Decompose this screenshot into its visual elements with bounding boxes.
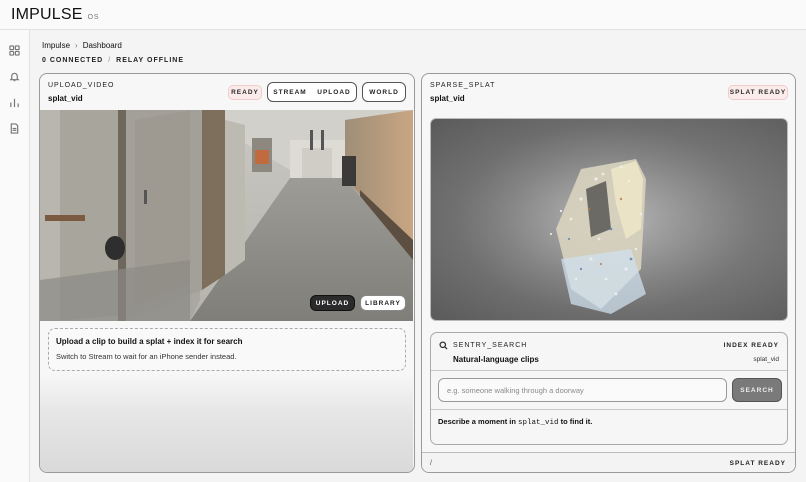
search-title: Natural-language clips [453,355,539,364]
sentry-search-card: SENTRY_SEARCH INDEX READY Natural-langua… [430,332,788,445]
splat-footer: / SPLAT READY [422,452,795,472]
connection-status: 0 CONNECTED / RELAY OFFLINE [42,57,184,64]
footer-status: SPLAT READY [729,460,786,467]
index-status: INDEX READY [723,342,779,349]
divider [431,370,787,371]
grid-icon[interactable] [8,44,20,56]
sparse-splat-panel: SPARSE_SPLAT splat_vid SPLAT READY SENTR… [421,73,796,473]
upload-panel-title: splat_vid [48,94,83,103]
dropzone-title: Upload a clip to build a splat + index i… [56,337,243,346]
search-kicker: SENTRY_SEARCH [453,342,528,349]
search-icon [439,341,448,350]
chevron-right-icon: › [75,41,78,50]
upload-panel-kicker: UPLOAD_VIDEO [48,82,115,89]
app-brand-sub: OS [87,14,100,21]
search-video-name: splat_vid [753,356,779,363]
video-upload-button[interactable]: UPLOAD [310,295,355,311]
help-suffix: to find it. [558,417,593,426]
mode-stream-button[interactable]: STREAM [268,89,312,96]
splat-point-cloud [456,124,756,314]
world-button[interactable]: WORLD [362,82,406,102]
search-help-text: Describe a moment in splat_vid to find i… [438,417,592,427]
status-separator: / [108,57,112,64]
divider [431,409,787,410]
dropzone-subtitle: Switch to Stream to wait for an iPhone s… [56,352,237,361]
bar-chart-icon[interactable] [8,96,20,108]
upload-video-panel: UPLOAD_VIDEO splat_vid READY STREAM UPLO… [39,73,415,473]
app-brand[interactable]: IMPULSE [11,6,83,24]
top-bar: IMPULSE OS [0,0,806,30]
splat-ready-badge: SPLAT READY [728,85,788,100]
help-code: splat_vid [518,419,559,427]
document-icon[interactable] [8,122,20,134]
breadcrumb-current: Dashboard [82,41,122,50]
ready-badge: READY [228,85,262,100]
video-library-button[interactable]: LIBRARY [360,295,406,311]
sidebar [0,30,30,482]
bell-icon[interactable] [8,70,20,82]
splat-viewer[interactable] [430,118,788,321]
help-prefix: Describe a moment in [438,417,519,426]
video-preview[interactable]: UPLOAD LIBRARY [40,110,413,321]
splat-panel-title: splat_vid [430,94,465,103]
relay-status: RELAY OFFLINE [116,57,184,64]
splat-panel-kicker: SPARSE_SPLAT [430,82,496,89]
search-input[interactable] [438,378,727,402]
hallway-frame-image [40,110,413,321]
breadcrumb: Impulse › Dashboard [42,41,122,50]
upload-dropzone[interactable]: Upload a clip to build a splat + index i… [48,328,406,371]
mode-toggle: STREAM UPLOAD [267,82,357,102]
connected-count: 0 CONNECTED [42,57,104,64]
footer-path: / [430,460,432,467]
panel-empty-area [40,374,413,472]
mode-upload-button[interactable]: UPLOAD [312,89,356,96]
breadcrumb-root[interactable]: Impulse [42,41,70,50]
search-button[interactable]: SEARCH [732,378,782,402]
